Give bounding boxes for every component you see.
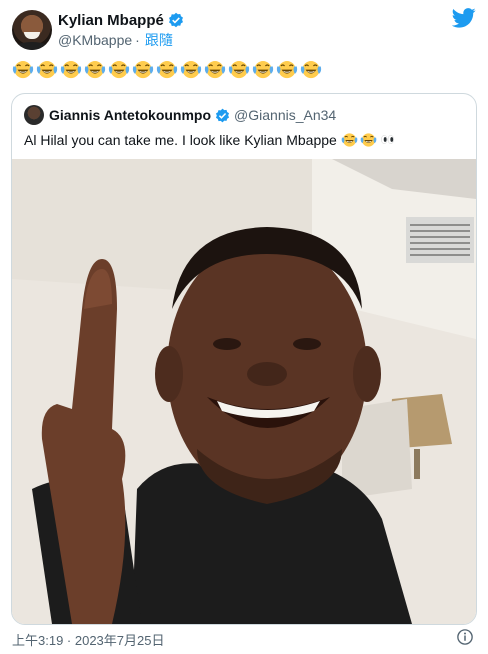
follow-link[interactable]: 跟隨 [145, 30, 173, 50]
quoted-text-row: Al Hilal you can take me. I look like Ky… [24, 131, 396, 148]
tears-of-joy-emoji [204, 58, 226, 80]
author-name-row: Kylian Mbappé [58, 10, 184, 30]
tears-of-joy-emoji [12, 58, 34, 80]
author-avatar[interactable] [12, 10, 52, 50]
tweet-timestamp[interactable]: 上午3:19 · 2023年7月25日 [12, 630, 164, 649]
tears-of-joy-emoji [156, 58, 178, 80]
quoted-tweet[interactable]: Giannis Antetokounmpo @Giannis_An34 Al H… [11, 93, 477, 625]
verified-badge-icon [168, 12, 184, 28]
eyes-emoji [380, 135, 394, 144]
tears-of-joy-emoji [300, 58, 322, 80]
quoted-header: Giannis Antetokounmpo @Giannis_An34 [24, 105, 336, 125]
separator-dot: · [135, 32, 140, 48]
quoted-author-handle: @Giannis_An34 [234, 107, 337, 123]
tears-of-joy-emoji [252, 58, 274, 80]
author-handle[interactable]: @KMbappe [58, 32, 132, 48]
quoted-author-name: Giannis Antetokounmpo [49, 107, 212, 123]
tears-of-joy-emoji [36, 58, 58, 80]
tweet-emoji-text [12, 58, 322, 84]
twitter-bird-icon[interactable] [452, 8, 476, 28]
tears-of-joy-emoji [84, 58, 106, 80]
tears-of-joy-emoji [276, 58, 298, 80]
quoted-photo[interactable] [12, 159, 476, 624]
author-name[interactable]: Kylian Mbappé [58, 12, 164, 29]
tweet-header: Kylian Mbappé @KMbappe · 跟隨 [12, 8, 476, 52]
tears-of-joy-emoji [360, 131, 377, 148]
tears-of-joy-emoji [180, 58, 202, 80]
author-handle-row: @KMbappe · 跟隨 [58, 31, 173, 49]
info-icon[interactable] [456, 628, 474, 646]
quoted-text: Al Hilal you can take me. I look like Ky… [24, 131, 337, 148]
tears-of-joy-emoji [60, 58, 82, 80]
tears-of-joy-emoji [108, 58, 130, 80]
tweet-card: Kylian Mbappé @KMbappe · 跟隨 Giannis Ante… [0, 0, 488, 654]
verified-badge-icon [215, 108, 230, 123]
tears-of-joy-emoji [341, 131, 358, 148]
tears-of-joy-emoji [228, 58, 250, 80]
quoted-avatar [24, 105, 44, 125]
tears-of-joy-emoji [132, 58, 154, 80]
